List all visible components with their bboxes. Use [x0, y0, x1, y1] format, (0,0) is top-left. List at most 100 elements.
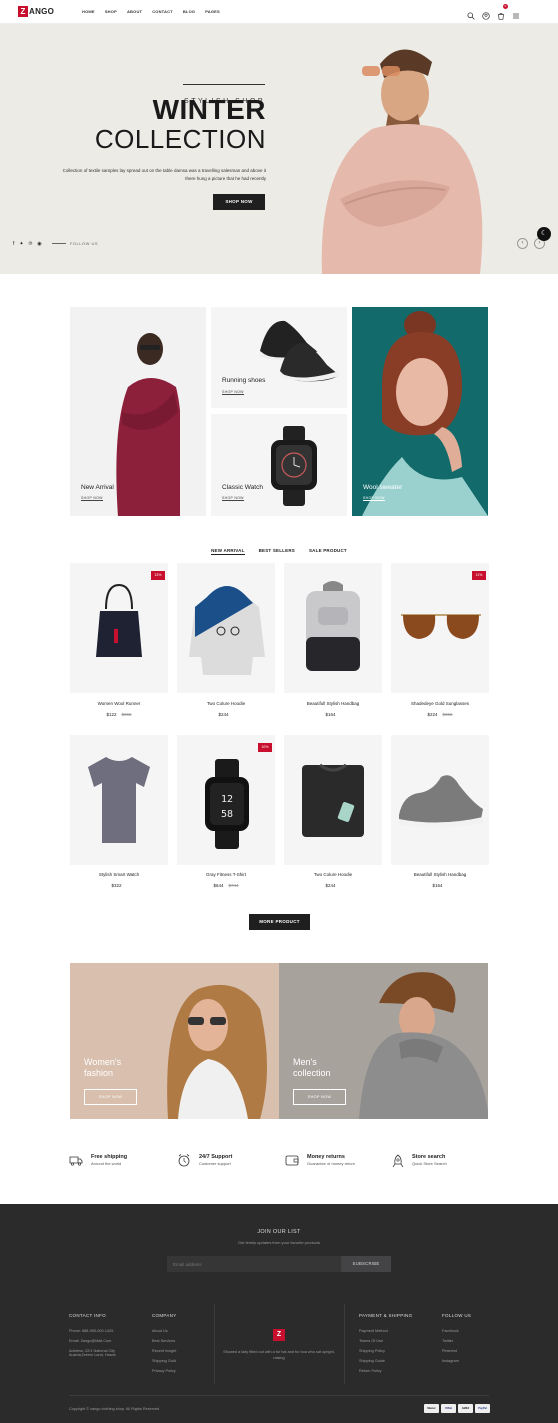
cart-icon[interactable]: 0: [497, 4, 508, 20]
sneaker-image: [399, 775, 483, 828]
classic-watch-image: [271, 426, 317, 506]
menu-icon[interactable]: [512, 7, 520, 19]
footer-logo[interactable]: Z: [273, 1329, 285, 1341]
hero-model-image: [321, 49, 483, 274]
tab-best-sellers[interactable]: BEST SELLERS: [259, 548, 295, 555]
hero-description: Collection of textile samples lay spread…: [62, 168, 266, 181]
running-shoes-image: [260, 320, 339, 382]
logo-mark: Z: [18, 6, 28, 17]
hero-divider: [183, 84, 265, 85]
category-shop-link[interactable]: SHOP NOW: [222, 496, 244, 501]
product-name[interactable]: Shadedeye Gold Sunglasses: [391, 701, 489, 706]
product-card[interactable]: 13%: [70, 563, 168, 693]
feature-free-shipping: Free shipping Around the world: [69, 1154, 127, 1166]
footer-link[interactable]: Best Services: [152, 1339, 176, 1343]
category-shop-link[interactable]: SHOP NOW: [81, 496, 103, 501]
footer-link[interactable]: Instagram: [442, 1359, 459, 1363]
category-wool-sweater[interactable]: Wool sweater SHOP NOW: [352, 307, 488, 516]
svg-text:12: 12: [221, 794, 233, 805]
tab-sale-product[interactable]: SALE PRODUCT: [309, 548, 347, 555]
tab-new-arrival[interactable]: NEW ARRIVAL: [211, 548, 245, 555]
men-model-image: [359, 972, 488, 1119]
more-product-button[interactable]: MORE PRODUCT: [249, 914, 310, 930]
contact-phone: Phone: 888-999-000-1425: [69, 1329, 114, 1333]
product-name[interactable]: Women Wool Runner: [70, 701, 168, 706]
product-name[interactable]: Stylish Smart Watch: [70, 872, 168, 877]
prev-slide-button[interactable]: ‹: [517, 238, 528, 249]
hero-social-links: f ✦ ℗ ◉: [13, 241, 42, 247]
footer-link[interactable]: Return Policy: [359, 1369, 388, 1373]
subscribe-button[interactable]: SUBSCRIBE: [341, 1256, 391, 1272]
product-name[interactable]: Beautifull Stylish Handbag: [391, 872, 489, 877]
company-links: About Us Best Services Recent Insight Sh…: [152, 1329, 176, 1373]
footer-link[interactable]: Privacy Policy: [152, 1369, 176, 1373]
price-old: $355: [442, 712, 453, 717]
product-card[interactable]: [284, 563, 382, 693]
site-header: Z ANGO HOME SHOP ABOUT CONTACT BLOG PAGE…: [0, 0, 558, 24]
banner-mens-collection[interactable]: Men's collection SHOP NOW: [279, 963, 488, 1119]
category-label: New Arrival: [81, 484, 114, 491]
product-card[interactable]: [70, 735, 168, 865]
contact-info-heading: CONTACT INFO: [69, 1313, 106, 1318]
footer-link[interactable]: Shipping Guide: [359, 1359, 388, 1363]
contact-email[interactable]: Email: Zango@Mail.Com: [69, 1339, 137, 1343]
follow-us: FOLLOW US: [52, 241, 98, 246]
search-icon[interactable]: [467, 7, 475, 20]
hero-banner: STYLISH SHOP WINTER COLLECTION Collectio…: [0, 24, 558, 274]
category-classic-watch[interactable]: Classic Watch SHOP NOW: [211, 414, 347, 516]
footer-link[interactable]: About Us: [152, 1329, 176, 1333]
dark-mode-toggle[interactable]: ☾: [537, 227, 551, 241]
newsletter-email-input[interactable]: [167, 1256, 341, 1272]
nav-about[interactable]: ABOUT: [127, 9, 142, 14]
nav-pages[interactable]: PAGES: [205, 9, 220, 14]
price-current: $244: [218, 712, 229, 717]
banner-womens-fashion[interactable]: Women's fashion SHOP NOW: [70, 963, 279, 1119]
facebook-icon[interactable]: f: [13, 241, 14, 247]
product-card[interactable]: [177, 563, 275, 693]
footer-link[interactable]: Pinterest: [442, 1349, 459, 1353]
banner-shop-now-button[interactable]: SHOP NOW: [293, 1089, 346, 1105]
feature-support: 24/7 Support Customer support: [177, 1154, 232, 1167]
nav-home[interactable]: HOME: [82, 9, 95, 14]
nav-shop[interactable]: SHOP: [105, 9, 117, 14]
product-name[interactable]: Two Colure Hoodie: [177, 701, 275, 706]
product-card[interactable]: [391, 735, 489, 865]
category-running-shoes[interactable]: Running shoes SHOP NOW: [211, 307, 347, 408]
svg-text:58: 58: [221, 809, 233, 820]
banner-shop-now-button[interactable]: SHOP NOW: [84, 1089, 137, 1105]
nav-blog[interactable]: BLOG: [183, 9, 195, 14]
footer-link[interactable]: Twitter: [442, 1339, 459, 1343]
footer-link[interactable]: Facebook: [442, 1329, 459, 1333]
hero-shop-now-button[interactable]: SHOP NOW: [213, 194, 265, 210]
product-card[interactable]: 11%: [391, 563, 489, 693]
category-shop-link[interactable]: SHOP NOW: [222, 390, 244, 395]
product-name[interactable]: Beautifull Stylish Handbag: [284, 701, 382, 706]
handbag-image: [96, 583, 142, 657]
product-card[interactable]: [284, 735, 382, 865]
footer-link[interactable]: Teams Of Use: [359, 1339, 388, 1343]
follow-us-heading: FOLLOW US: [442, 1313, 472, 1318]
logo[interactable]: Z ANGO: [18, 6, 54, 17]
user-icon[interactable]: [482, 7, 490, 20]
nav-contact[interactable]: CONTACT: [152, 9, 173, 14]
footer-link[interactable]: Shipping Guid: [152, 1359, 176, 1363]
footer-link[interactable]: Payment Method: [359, 1329, 388, 1333]
payment-heading: PAYMENT & SHIPPING: [359, 1313, 413, 1318]
product-name[interactable]: Gray Fitness T-Shirt: [177, 872, 275, 877]
product-card[interactable]: 10% 12 58: [177, 735, 275, 865]
women-model-image: [167, 984, 267, 1119]
footer-link[interactable]: Recent Insight: [152, 1349, 176, 1353]
twitter-icon[interactable]: ✦: [19, 241, 23, 247]
pinterest-icon[interactable]: ℗: [29, 241, 33, 247]
footer-link[interactable]: Shipping Policy: [359, 1349, 388, 1353]
category-shop-link[interactable]: SHOP NOW: [363, 496, 385, 501]
mastercard-icon: Master: [424, 1404, 439, 1413]
product-price: $122 $255: [70, 712, 168, 717]
product-name[interactable]: Two Colure Hoodie: [284, 872, 382, 877]
payment-links: Payment Method Teams Of Use Shipping Pol…: [359, 1329, 388, 1373]
product-price: $244: [284, 883, 382, 888]
category-new-arrival[interactable]: New Arrival SHOP NOW: [70, 307, 206, 516]
wallet-icon: [285, 1155, 299, 1166]
truck-icon: [69, 1156, 83, 1166]
github-icon[interactable]: ◉: [37, 241, 41, 247]
